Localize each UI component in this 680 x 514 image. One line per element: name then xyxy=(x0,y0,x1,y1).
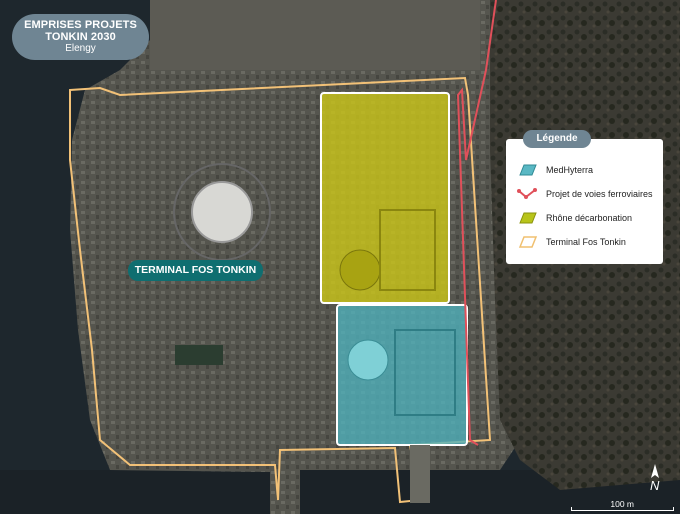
rail-icon xyxy=(516,186,538,202)
north-label: N xyxy=(650,478,660,493)
legend-label: Terminal Fos Tonkin xyxy=(546,237,626,247)
jetty xyxy=(410,445,430,503)
rhone-tank xyxy=(339,249,381,291)
lng-tank-main xyxy=(191,181,253,243)
medhyterra-icon xyxy=(516,162,538,178)
project-title-badge: EMPRISES PROJETS TONKIN 2030 Elengy xyxy=(12,14,149,60)
terminal-icon xyxy=(516,234,538,250)
title-line-1: EMPRISES PROJETS xyxy=(24,19,137,31)
legend-label: MedHyterra xyxy=(546,165,594,175)
medhyterra-tank xyxy=(347,339,389,381)
title-line-2: TONKIN 2030 xyxy=(45,31,116,43)
legend-label: Rhône décarbonation xyxy=(546,213,633,223)
rhone-icon xyxy=(516,210,538,226)
terminal-site-label: TERMINAL FOS TONKIN xyxy=(128,260,263,281)
title-subtitle: Elengy xyxy=(65,43,96,54)
legend-title: Légende xyxy=(523,130,591,148)
scale-bar: 100 m xyxy=(571,499,674,512)
legend-label: Projet de voies ferroviaires xyxy=(546,189,653,199)
pad-south xyxy=(175,345,223,365)
legend-item-rhone: Rhône décarbonation xyxy=(516,209,632,227)
scale-bar-line xyxy=(571,507,674,511)
legend-item-terminal: Terminal Fos Tonkin xyxy=(516,233,626,251)
legend-panel: MedHyterra Projet de voies ferroviaires … xyxy=(506,139,663,264)
north-industrial-zone xyxy=(150,0,480,70)
north-arrow: N xyxy=(643,462,667,496)
legend-item-medhyterra: MedHyterra xyxy=(516,161,593,179)
legend-item-rail: Projet de voies ferroviaires xyxy=(516,185,653,203)
